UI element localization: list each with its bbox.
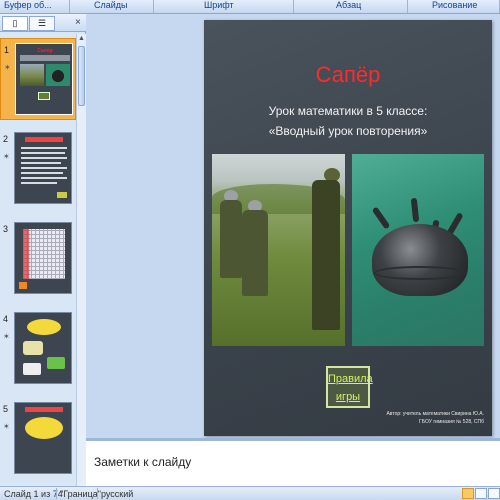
slide-number: 4 bbox=[3, 314, 9, 324]
slide-subtitle-line-1[interactable]: Урок математики в 5 классе: bbox=[204, 104, 492, 118]
outline-icon: ☰ bbox=[37, 18, 47, 28]
thumbnail-shape bbox=[23, 363, 41, 375]
slide-sorter-view-icon[interactable] bbox=[475, 488, 487, 499]
thumbnail-text-line bbox=[21, 182, 57, 184]
slide-editing-area: Сапёр Урок математики в 5 классе: «Вводн… bbox=[86, 14, 500, 438]
soldiers-photo[interactable] bbox=[212, 154, 345, 346]
scroll-up-arrow-icon[interactable]: ▲ bbox=[77, 34, 86, 44]
current-slide[interactable]: Сапёр Урок математики в 5 классе: «Вводн… bbox=[204, 20, 492, 436]
slide-subtitle-line-2[interactable]: «Вводный урок повторения» bbox=[204, 124, 492, 138]
slide-title[interactable]: Сапёр bbox=[204, 62, 492, 88]
normal-view-icon[interactable] bbox=[462, 488, 474, 499]
thumbnail-rules-button bbox=[38, 92, 50, 100]
thumbnail-preview bbox=[14, 402, 72, 474]
notes-pane[interactable]: Заметки к слайду bbox=[86, 438, 500, 486]
slide-thumbnails: 1 ✶ Сапёр 2 ✶ 3 4 ✶ 5 ✶ bbox=[0, 34, 76, 486]
thumbnail-title-bar bbox=[25, 137, 63, 142]
transition-icon: ✶ bbox=[3, 332, 10, 341]
slideshow-view-icon[interactable] bbox=[488, 488, 500, 499]
close-icon[interactable]: × bbox=[75, 17, 81, 28]
thumbnail-text-line bbox=[21, 157, 67, 159]
thumbnail-preview bbox=[14, 312, 72, 384]
rules-button[interactable]: Правила игры bbox=[326, 366, 373, 408]
thumbnails-scrollbar[interactable]: ▲ bbox=[76, 34, 86, 486]
transition-icon: ✶ bbox=[4, 63, 11, 72]
thumbnail-photo-mine bbox=[46, 64, 70, 86]
slide-counter: Слайд 1 из 74 bbox=[4, 489, 63, 499]
thumbnail-button bbox=[57, 192, 67, 198]
rules-button-line-2: игры bbox=[335, 391, 361, 403]
thumbnail-button bbox=[19, 282, 27, 289]
thumbnail-preview bbox=[14, 132, 72, 204]
thumbnail-subtitle-block bbox=[20, 55, 70, 61]
photo-soldier bbox=[220, 200, 242, 278]
language-indicator[interactable]: русский bbox=[101, 489, 133, 499]
thumbnail-game-grid bbox=[23, 229, 65, 279]
theme-name: "Граница" bbox=[60, 489, 101, 499]
mine-ring bbox=[374, 266, 466, 280]
pane-tabs: ▯ ☰ × bbox=[0, 14, 86, 32]
notes-placeholder[interactable]: Заметки к слайду bbox=[94, 455, 191, 469]
thumbnail-shape bbox=[47, 357, 65, 369]
author-caption[interactable]: Автор: учитель математики Свирина Ю.А. Г… bbox=[364, 410, 484, 426]
slide-thumbnail-1[interactable]: 1 ✶ Сапёр bbox=[0, 38, 76, 120]
thumbnail-preview: Сапёр bbox=[15, 43, 73, 115]
slide-number: 3 bbox=[3, 224, 9, 234]
thumbnail-cloud-shape bbox=[25, 417, 63, 439]
transition-icon: ✶ bbox=[3, 152, 10, 161]
thumbnail-text-line bbox=[21, 177, 67, 179]
thumbnail-preview bbox=[14, 222, 72, 294]
thumbnail-title: Сапёр bbox=[37, 48, 53, 54]
author-line-1: Автор: учитель математики Свирина Ю.А. bbox=[386, 411, 484, 417]
mine-horn bbox=[371, 206, 391, 230]
sea-mine-photo[interactable] bbox=[352, 154, 484, 346]
slide-thumbnail-4[interactable]: 4 ✶ bbox=[0, 308, 76, 390]
status-divider bbox=[97, 488, 98, 499]
slides-icon: ▯ bbox=[12, 18, 18, 28]
outline-tab[interactable]: ☰ bbox=[29, 16, 55, 31]
status-divider bbox=[56, 488, 57, 499]
thumbnail-shape bbox=[23, 341, 43, 355]
thumbnail-text-line bbox=[21, 172, 63, 174]
thumbnail-text-line bbox=[21, 167, 67, 169]
author-line-2: ГБОУ гимназия № 528, СПб bbox=[419, 419, 484, 425]
slide-thumbnail-2[interactable]: 2 ✶ bbox=[0, 128, 76, 210]
mine-horn bbox=[410, 197, 420, 223]
thumbnail-title-bar bbox=[25, 407, 63, 412]
slide-thumbnail-5[interactable]: 5 ✶ bbox=[0, 398, 76, 480]
mine-body bbox=[372, 224, 468, 296]
ribbon-group-paragraph[interactable]: Абзац bbox=[294, 0, 408, 13]
transition-icon: ✶ bbox=[3, 422, 10, 431]
photo-soldier bbox=[242, 210, 268, 296]
ribbon-group-labels: Буфер об... Слайды Шрифт Абзац Рисование bbox=[0, 0, 500, 14]
slide-number: 2 bbox=[3, 134, 9, 144]
thumbnail-text-line bbox=[21, 162, 61, 164]
photo-soldier bbox=[312, 180, 340, 330]
slides-pane: ▯ ☰ × 1 ✶ Сапёр 2 ✶ 3 4 ✶ 5 ✶ ▲ bbox=[0, 14, 86, 486]
scrollbar-thumb[interactable] bbox=[78, 46, 85, 106]
thumbnail-text-line bbox=[21, 152, 65, 154]
status-bar: Слайд 1 из 74 "Граница" русский bbox=[0, 486, 500, 500]
thumbnail-grid-header bbox=[23, 229, 29, 279]
ribbon-group-clipboard[interactable]: Буфер об... bbox=[0, 0, 70, 13]
slides-tab[interactable]: ▯ bbox=[2, 16, 28, 31]
slide-number: 5 bbox=[3, 404, 9, 414]
thumbnail-photo-soldiers bbox=[20, 64, 44, 86]
rules-button-line-1: Правила bbox=[328, 373, 373, 385]
thumbnail-text-line bbox=[21, 147, 67, 149]
ribbon-group-slides[interactable]: Слайды bbox=[70, 0, 154, 13]
thumbnail-cloud-shape bbox=[27, 319, 61, 335]
ribbon-group-drawing[interactable]: Рисование bbox=[408, 0, 500, 13]
ribbon-group-font[interactable]: Шрифт bbox=[154, 0, 294, 13]
slide-thumbnail-3[interactable]: 3 bbox=[0, 218, 76, 300]
slide-number: 1 bbox=[4, 45, 10, 55]
